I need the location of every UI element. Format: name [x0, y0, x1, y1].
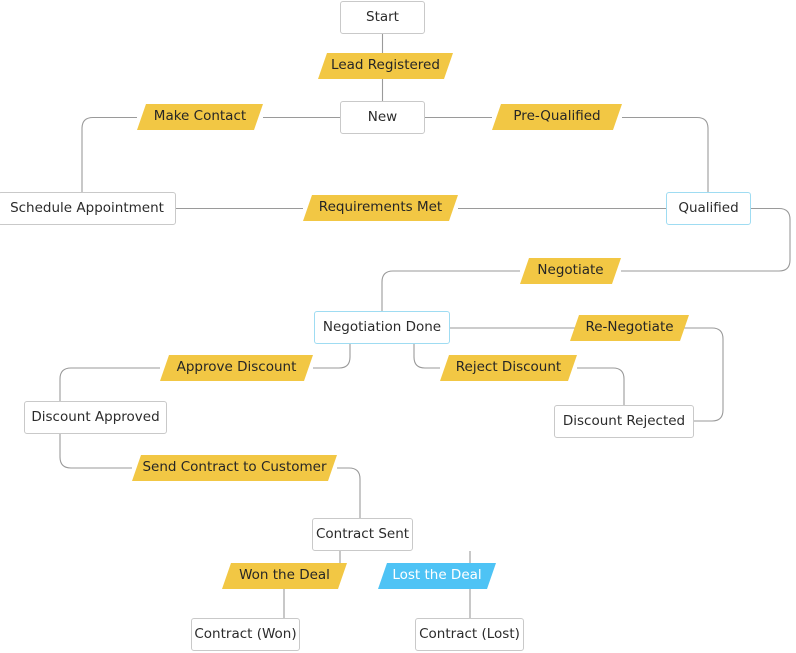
- edge: [313, 344, 351, 369]
- transition-send_contract[interactable]: Send Contract to Customer: [132, 455, 337, 481]
- state-node-label: New: [367, 108, 398, 125]
- state-node-label: Negotiation Done: [322, 318, 442, 335]
- state-node-label: Qualified: [678, 199, 739, 216]
- edge: [413, 344, 440, 369]
- transition-label: Pre-Qualified: [513, 108, 601, 125]
- transition-label: Lost the Deal: [392, 567, 482, 584]
- transition-lead_registered[interactable]: Lead Registered: [318, 53, 453, 79]
- transition-make_contact[interactable]: Make Contact: [137, 104, 263, 130]
- state-node-new[interactable]: New: [340, 101, 425, 134]
- edge: [59, 367, 160, 401]
- state-node-start[interactable]: Start: [340, 1, 425, 34]
- transition-approve_discount[interactable]: Approve Discount: [160, 355, 313, 381]
- state-node-label: Contract (Won): [194, 625, 297, 642]
- state-node-contract_lost[interactable]: Contract (Lost): [415, 618, 524, 651]
- transition-label: Reject Discount: [455, 359, 562, 376]
- state-node-label: Contract (Lost): [419, 625, 520, 642]
- state-node-discount_approved[interactable]: Discount Approved: [24, 401, 167, 434]
- edge: [81, 116, 137, 192]
- state-node-label: Schedule Appointment: [10, 199, 164, 216]
- state-node-contract_sent[interactable]: Contract Sent: [312, 518, 413, 551]
- transition-label: Re-Negotiate: [585, 319, 674, 336]
- workflow-diagram-canvas: Start New Schedule Appointment Qualified Neg…: [0, 0, 796, 653]
- transition-label: Requirements Met: [318, 199, 443, 216]
- transition-label: Negotiate: [537, 262, 604, 279]
- state-node-label: Discount Rejected: [562, 412, 686, 429]
- transition-negotiate[interactable]: Negotiate: [520, 258, 621, 284]
- transition-reject_discount[interactable]: Reject Discount: [440, 355, 577, 381]
- transition-re_negotiate[interactable]: Re-Negotiate: [570, 315, 689, 341]
- transition-won_the_deal[interactable]: Won the Deal: [222, 563, 347, 589]
- edge: [381, 270, 520, 311]
- transition-lost_the_deal[interactable]: Lost the Deal: [378, 563, 496, 589]
- transition-requirements_met[interactable]: Requirements Met: [303, 195, 458, 221]
- state-node-negotiation_done[interactable]: Negotiation Done: [314, 311, 450, 344]
- transition-label: Lead Registered: [331, 57, 440, 74]
- state-node-contract_won[interactable]: Contract (Won): [191, 618, 300, 651]
- transition-label: Approve Discount: [176, 359, 297, 376]
- state-node-label: Start: [366, 8, 399, 25]
- edge: [59, 434, 132, 469]
- transition-label: Send Contract to Customer: [142, 459, 327, 476]
- transition-label: Make Contact: [153, 108, 247, 125]
- state-node-schedule_appointment[interactable]: Schedule Appointment: [0, 192, 176, 225]
- edge: [577, 367, 625, 405]
- edge: [622, 116, 709, 192]
- edge: [337, 467, 361, 518]
- transition-pre_qualified[interactable]: Pre-Qualified: [492, 104, 622, 130]
- state-node-discount_rejected[interactable]: Discount Rejected: [554, 405, 694, 438]
- transition-label: Won the Deal: [239, 567, 330, 584]
- state-node-qualified[interactable]: Qualified: [666, 192, 751, 225]
- state-node-label: Discount Approved: [31, 408, 160, 425]
- state-node-label: Contract Sent: [315, 525, 410, 542]
